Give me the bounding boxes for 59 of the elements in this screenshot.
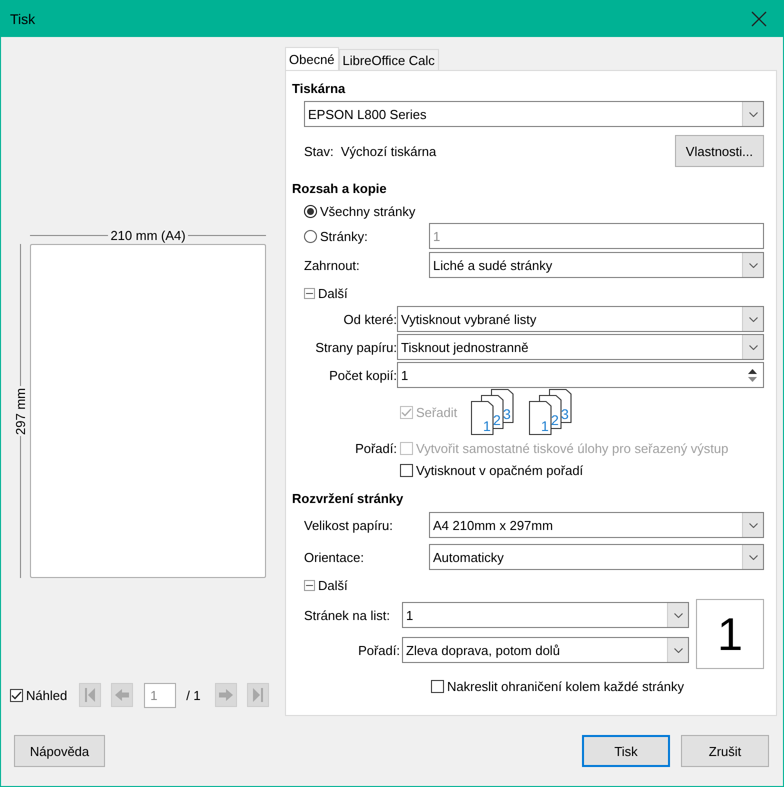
field-label: Stránek na list:: [304, 608, 391, 622]
tab[interactable]: Obecné: [285, 47, 339, 70]
field-label: Pořadí:: [357, 642, 401, 658]
tab[interactable]: LibreOffice Calc: [338, 49, 439, 70]
checkmark-icon: [401, 408, 412, 416]
properties-button[interactable]: Vlastnosti...: [674, 135, 764, 167]
page-height-label: 297 mm: [12, 388, 28, 434]
field-label: Od které:: [342, 312, 397, 326]
option-dropdown[interactable]: A4 210mm x 297mm: [429, 512, 764, 538]
cancel-button[interactable]: Zrušit: [681, 735, 769, 767]
option-dropdown[interactable]: Tisknout jednostranně: [397, 334, 764, 360]
print-button[interactable]: Tisk: [582, 735, 670, 767]
more-expander[interactable]: Další: [304, 283, 348, 303]
option-dropdown[interactable]: Automaticky: [429, 544, 764, 570]
field-label: Pořadí:: [354, 440, 397, 456]
chevron-down-icon: [674, 612, 682, 618]
spin-up-icon[interactable]: [748, 368, 757, 374]
radio-option[interactable]: Všechny stránky: [304, 204, 416, 218]
page-total: / 1: [186, 688, 201, 702]
chevron-down-icon: [674, 648, 682, 652]
last-page-icon: [252, 687, 264, 703]
border-checkbox[interactable]: Nakreslit ohraničení kolem každé stránky: [431, 678, 764, 694]
printer-dropdown[interactable]: EPSON L800 Series: [304, 101, 764, 127]
field-label: Počet kopií:: [328, 368, 397, 382]
page-order-dropdown[interactable]: Zleva doprava, potom dolů: [402, 637, 689, 663]
collapse-icon: [304, 580, 315, 590]
arrow-right-icon: [218, 688, 234, 702]
pages-per-sheet-dropdown[interactable]: 1: [402, 602, 689, 628]
section-heading: Tiskárna: [292, 81, 346, 96]
chevron-down-icon: [748, 344, 758, 350]
chevron-down-icon: [748, 522, 758, 528]
collapse-icon: [304, 288, 315, 298]
include-dropdown[interactable]: Liché a sudé stránky: [429, 252, 764, 278]
chevron-down-icon: [748, 316, 758, 322]
section-heading: Rozsah a kopie: [292, 181, 387, 196]
window-title: Tisk: [10, 10, 36, 26]
copies-spinbox[interactable]: 1: [397, 362, 764, 388]
checkmark-icon: [11, 690, 22, 700]
section-heading: Rozvržení stránky: [292, 491, 404, 506]
printer-status: Stav: Výchozí tiskárna: [304, 144, 436, 158]
chevron-down-icon: [748, 262, 758, 268]
chevron-down-icon: [748, 112, 758, 116]
close-icon: [751, 10, 767, 26]
order-checkbox[interactable]: Vytisknout v opačném pořadí: [400, 462, 764, 478]
page-width-label: 210 mm (A4): [110, 228, 186, 242]
option-dropdown[interactable]: Vytisknout vybrané listy: [397, 306, 764, 332]
field-label: Velikost papíru:: [304, 518, 394, 532]
chevron-down-icon: [748, 554, 758, 560]
radio-option[interactable]: Stránky:: [304, 228, 368, 244]
field-label: Strany papíru:: [314, 340, 397, 354]
field-label: Zahrnout:: [304, 258, 361, 272]
field-label: Orientace:: [304, 550, 365, 564]
first-page-icon: [84, 687, 96, 703]
preview-checkbox[interactable]: Náhled: [10, 688, 68, 702]
more-expander[interactable]: Další: [304, 575, 348, 595]
sheet-layout-preview: 1: [696, 599, 764, 669]
arrow-left-icon: [114, 688, 130, 702]
page-number-field[interactable]: 1: [144, 682, 176, 708]
help-button[interactable]: Nápověda: [14, 735, 105, 767]
